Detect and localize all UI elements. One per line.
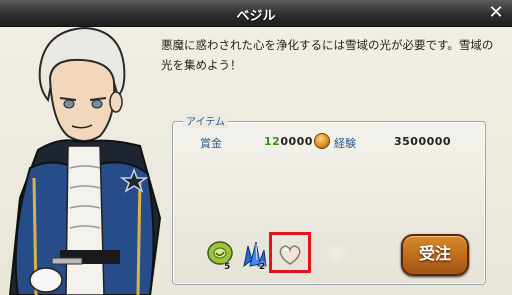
reward-item-blue-crystal[interactable]: 2 (238, 238, 270, 272)
item-count: 2 (259, 262, 266, 272)
money-value: 120000 (264, 135, 313, 148)
selected-item-highlight (269, 232, 311, 273)
accept-quest-button[interactable]: 受注 (401, 234, 469, 276)
reward-item-green-orb[interactable]: 5 (204, 238, 236, 272)
green-orb-icon (207, 241, 233, 265)
exp-value: 3500000 (394, 135, 452, 148)
coin-icon (314, 133, 330, 149)
quest-dialog: ベジル ✕ 悪魔に惑わされた心を浄化するには雪域の光が必要です。雪域の光を集めよ… (0, 0, 512, 295)
close-button[interactable]: ✕ (486, 3, 506, 23)
title-bar: ベジル ✕ (0, 0, 512, 27)
money-value-green: 12 (264, 135, 281, 148)
item-count: 5 (224, 262, 231, 272)
money-value-rest: 0000 (280, 135, 313, 148)
quest-message: 悪魔に惑わされた心を浄化するには雪域の光が必要です。雪域の光を集めよう！ (161, 38, 494, 72)
dialog-title: ベジル (236, 9, 276, 24)
items-panel-label: アイテム (183, 113, 228, 128)
empty-item-slot (323, 240, 351, 268)
character-portrait (8, 26, 162, 295)
exp-label: 経験 (334, 137, 356, 150)
reward-label: 賞金 (200, 137, 222, 150)
